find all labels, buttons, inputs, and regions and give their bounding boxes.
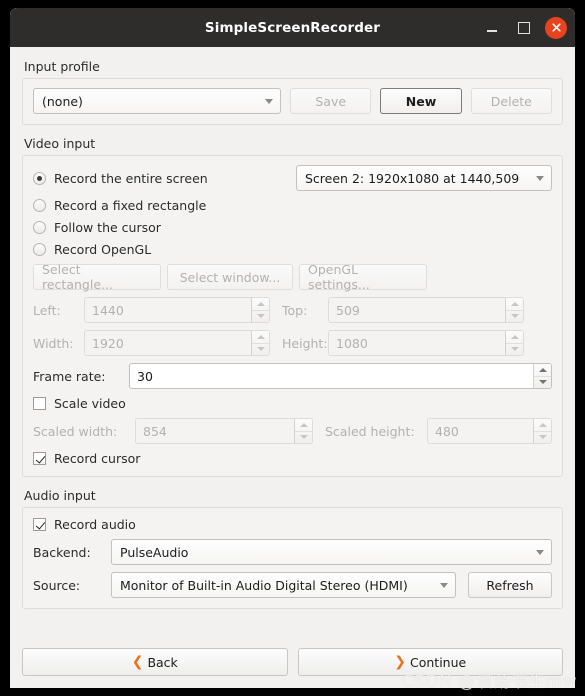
- left-spinner-down[interactable]: [252, 311, 269, 323]
- left-spinner-buttons[interactable]: [251, 298, 269, 322]
- checkbox-label-record-audio: Record audio: [54, 517, 136, 532]
- minimize-icon[interactable]: [481, 17, 503, 39]
- scaled-height-label: Scaled height:: [325, 423, 415, 439]
- screen-selector-value: Screen 2: 1920x1080 at 1440,509: [305, 170, 520, 186]
- input-profile-value: (none): [42, 93, 83, 109]
- height-spinner-down[interactable]: [506, 344, 523, 356]
- navigation-bar: ❮ Back ❯ Continue: [10, 640, 575, 688]
- top-value: 509: [336, 302, 360, 318]
- checkbox-label-scale-video: Scale video: [54, 396, 126, 411]
- height-spinbox[interactable]: 1080: [328, 330, 524, 356]
- radio-record-fixed-rectangle[interactable]: [33, 199, 46, 212]
- checkbox-scale-video[interactable]: [33, 397, 46, 410]
- close-icon[interactable]: [545, 16, 567, 39]
- radio-label-follow-the-cursor: Follow the cursor: [54, 220, 161, 235]
- scaled-width-spinner-down[interactable]: [295, 432, 312, 444]
- width-spinner-down[interactable]: [252, 344, 269, 356]
- backend-value: PulseAudio: [120, 544, 189, 560]
- new-profile-button[interactable]: New: [380, 88, 462, 114]
- top-spinner-buttons[interactable]: [505, 298, 523, 322]
- height-spinner-up[interactable]: [506, 331, 523, 344]
- width-spinbox[interactable]: 1920: [84, 330, 270, 356]
- frame-rate-value: 30: [137, 368, 153, 384]
- radio-record-opengl[interactable]: [33, 243, 46, 256]
- height-spinner-buttons[interactable]: [505, 331, 523, 355]
- radio-label-record-opengl: Record OpenGL: [54, 242, 152, 257]
- chevron-down-icon: [536, 175, 544, 181]
- input-profile-combobox[interactable]: (none): [33, 88, 282, 114]
- top-spinner-up[interactable]: [506, 298, 523, 311]
- width-value: 1920: [92, 335, 124, 351]
- select-window-button[interactable]: Select window...: [167, 264, 293, 290]
- chevron-down-icon: [536, 549, 544, 555]
- back-button-label: Back: [147, 654, 178, 670]
- scaled-height-spinner-down[interactable]: [534, 432, 551, 444]
- radio-follow-the-cursor[interactable]: [33, 221, 46, 234]
- top-label: Top:: [282, 302, 308, 318]
- input-profile-group: (none) Save New Delete: [22, 78, 563, 125]
- top-spinner-down[interactable]: [506, 311, 523, 323]
- opengl-settings-button[interactable]: OpenGL settings...: [299, 262, 427, 292]
- frame-rate-spinbox[interactable]: 30: [129, 363, 552, 389]
- checkbox-record-cursor[interactable]: [33, 452, 46, 465]
- window-controls: [481, 16, 567, 39]
- frame-rate-spinner-down[interactable]: [534, 377, 551, 389]
- frame-rate-spinner-up[interactable]: [534, 364, 551, 377]
- continue-button-label: Continue: [410, 654, 467, 670]
- title-bar: SimpleScreenRecorder: [10, 8, 575, 47]
- scaled-height-spinner-buttons[interactable]: [533, 419, 551, 443]
- save-profile-button[interactable]: Save: [290, 88, 372, 114]
- width-spinner-up[interactable]: [252, 331, 269, 344]
- top-spinbox[interactable]: 509: [328, 297, 524, 323]
- height-label: Height:: [282, 335, 328, 351]
- dialog-content: Input profile (none) Save New Delete Vid…: [10, 47, 575, 640]
- height-value: 1080: [336, 335, 368, 351]
- backend-label: Backend:: [33, 544, 91, 560]
- select-rectangle-button[interactable]: Select rectangle...: [33, 262, 161, 292]
- scaled-width-spinbox[interactable]: 854: [135, 418, 313, 444]
- left-value: 1440: [92, 302, 124, 318]
- source-label: Source:: [33, 577, 81, 593]
- video-input-group: Record the entire screen Screen 2: 1920x…: [22, 155, 563, 477]
- video-input-group-label: Video input: [24, 136, 96, 151]
- width-spinner-buttons[interactable]: [251, 331, 269, 355]
- left-label: Left:: [33, 302, 61, 318]
- source-value: Monitor of Built-in Audio Digital Stereo…: [120, 577, 408, 593]
- chevron-down-icon: [265, 98, 274, 104]
- application-window: SimpleScreenRecorder Input profile (none…: [10, 8, 575, 688]
- checkbox-label-record-cursor: Record cursor: [54, 451, 141, 466]
- radio-label-record-entire-screen: Record the entire screen: [54, 170, 208, 186]
- source-combobox[interactable]: Monitor of Built-in Audio Digital Stereo…: [111, 572, 456, 598]
- scaled-height-spinbox[interactable]: 480: [427, 418, 552, 444]
- delete-profile-button[interactable]: Delete: [470, 88, 552, 114]
- back-button[interactable]: ❮ Back: [22, 648, 288, 676]
- scaled-width-spinner-buttons[interactable]: [294, 419, 312, 443]
- scaled-width-value: 854: [143, 423, 167, 439]
- scaled-width-label: Scaled width:: [33, 423, 118, 439]
- audio-input-group-label: Audio input: [24, 488, 96, 503]
- chevron-left-icon: ❮: [131, 654, 144, 670]
- chevron-right-icon: ❯: [394, 654, 406, 670]
- radio-record-entire-screen[interactable]: [33, 171, 46, 185]
- frame-rate-spinner-buttons[interactable]: [533, 364, 551, 388]
- screen-selector-combobox[interactable]: Screen 2: 1920x1080 at 1440,509: [296, 165, 552, 191]
- backend-combobox[interactable]: PulseAudio: [111, 539, 552, 565]
- continue-button[interactable]: ❯ Continue: [297, 648, 563, 676]
- width-label: Width:: [33, 335, 74, 351]
- left-spinner-up[interactable]: [252, 298, 269, 311]
- audio-input-group: Record audio Backend: PulseAudio Source:…: [22, 507, 563, 609]
- radio-label-record-fixed-rectangle: Record a fixed rectangle: [54, 198, 207, 213]
- scaled-height-value: 480: [435, 423, 459, 439]
- refresh-sources-button[interactable]: Refresh: [468, 572, 552, 598]
- maximize-icon[interactable]: [513, 17, 535, 39]
- scaled-height-spinner-up[interactable]: [534, 419, 551, 432]
- left-spinbox[interactable]: 1440: [84, 297, 270, 323]
- chevron-down-icon: [440, 582, 448, 588]
- checkbox-record-audio[interactable]: [33, 518, 46, 531]
- scaled-width-spinner-up[interactable]: [295, 419, 312, 432]
- frame-rate-label: Frame rate:: [33, 368, 106, 384]
- input-profile-group-label: Input profile: [24, 59, 100, 74]
